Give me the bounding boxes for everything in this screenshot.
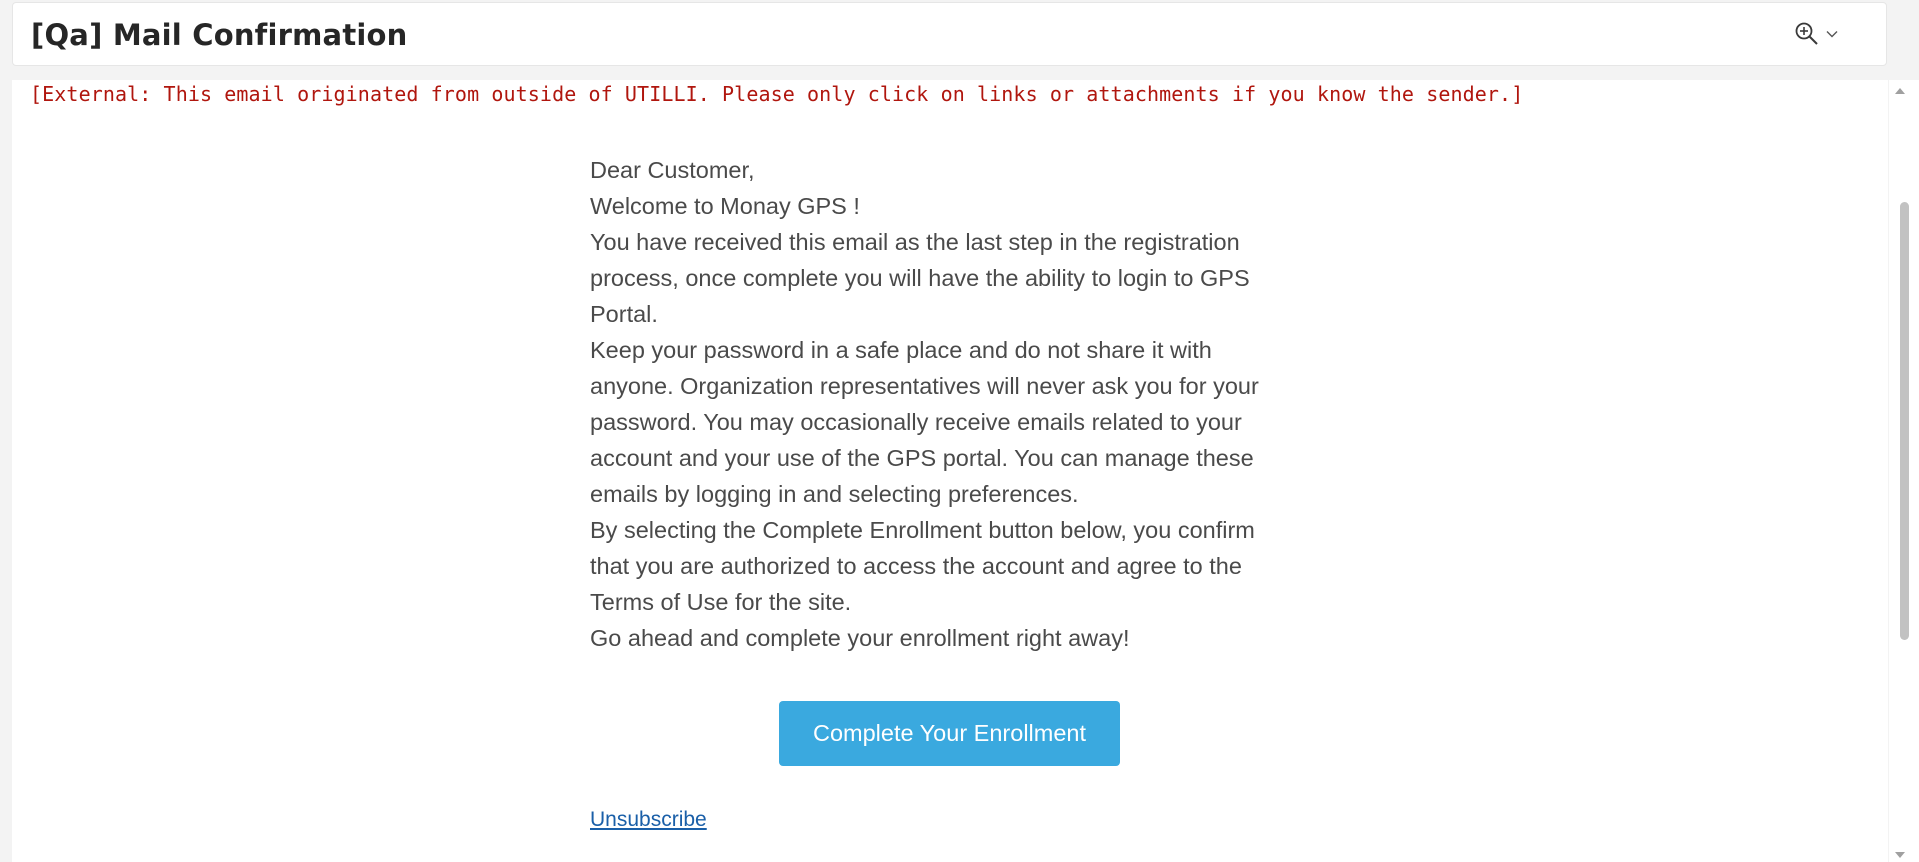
zoom-in-icon: [1794, 21, 1820, 47]
complete-enrollment-button[interactable]: Complete Your Enrollment: [779, 701, 1120, 766]
greeting-text: Dear Customer,: [590, 157, 755, 183]
body-paragraph: Go ahead and complete your enrollment ri…: [590, 625, 1130, 651]
welcome-text: Welcome to Monay GPS !: [590, 193, 860, 219]
scroll-down-arrow-icon[interactable]: [1895, 852, 1905, 858]
email-header: [Qa] Mail Confirmation: [12, 2, 1887, 66]
body-paragraph: By selecting the Complete Enrollment but…: [590, 517, 1255, 615]
body-paragraph: You have received this email as the last…: [590, 229, 1250, 327]
email-content: [External: This email originated from ou…: [12, 80, 1888, 862]
email-subject: [Qa] Mail Confirmation: [31, 18, 408, 52]
body-paragraph: Keep your password in a safe place and d…: [590, 337, 1259, 507]
email-body: Dear Customer, Welcome to Monay GPS ! Yo…: [590, 152, 1290, 656]
zoom-button[interactable]: [1794, 21, 1838, 47]
cta-container: Complete Your Enrollment: [779, 701, 1120, 766]
external-sender-warning: [External: This email originated from ou…: [30, 82, 1524, 106]
scrollbar-thumb[interactable]: [1900, 202, 1909, 640]
unsubscribe-link[interactable]: Unsubscribe: [590, 808, 707, 832]
chevron-down-icon: [1826, 30, 1838, 38]
scroll-up-arrow-icon[interactable]: [1895, 88, 1905, 94]
